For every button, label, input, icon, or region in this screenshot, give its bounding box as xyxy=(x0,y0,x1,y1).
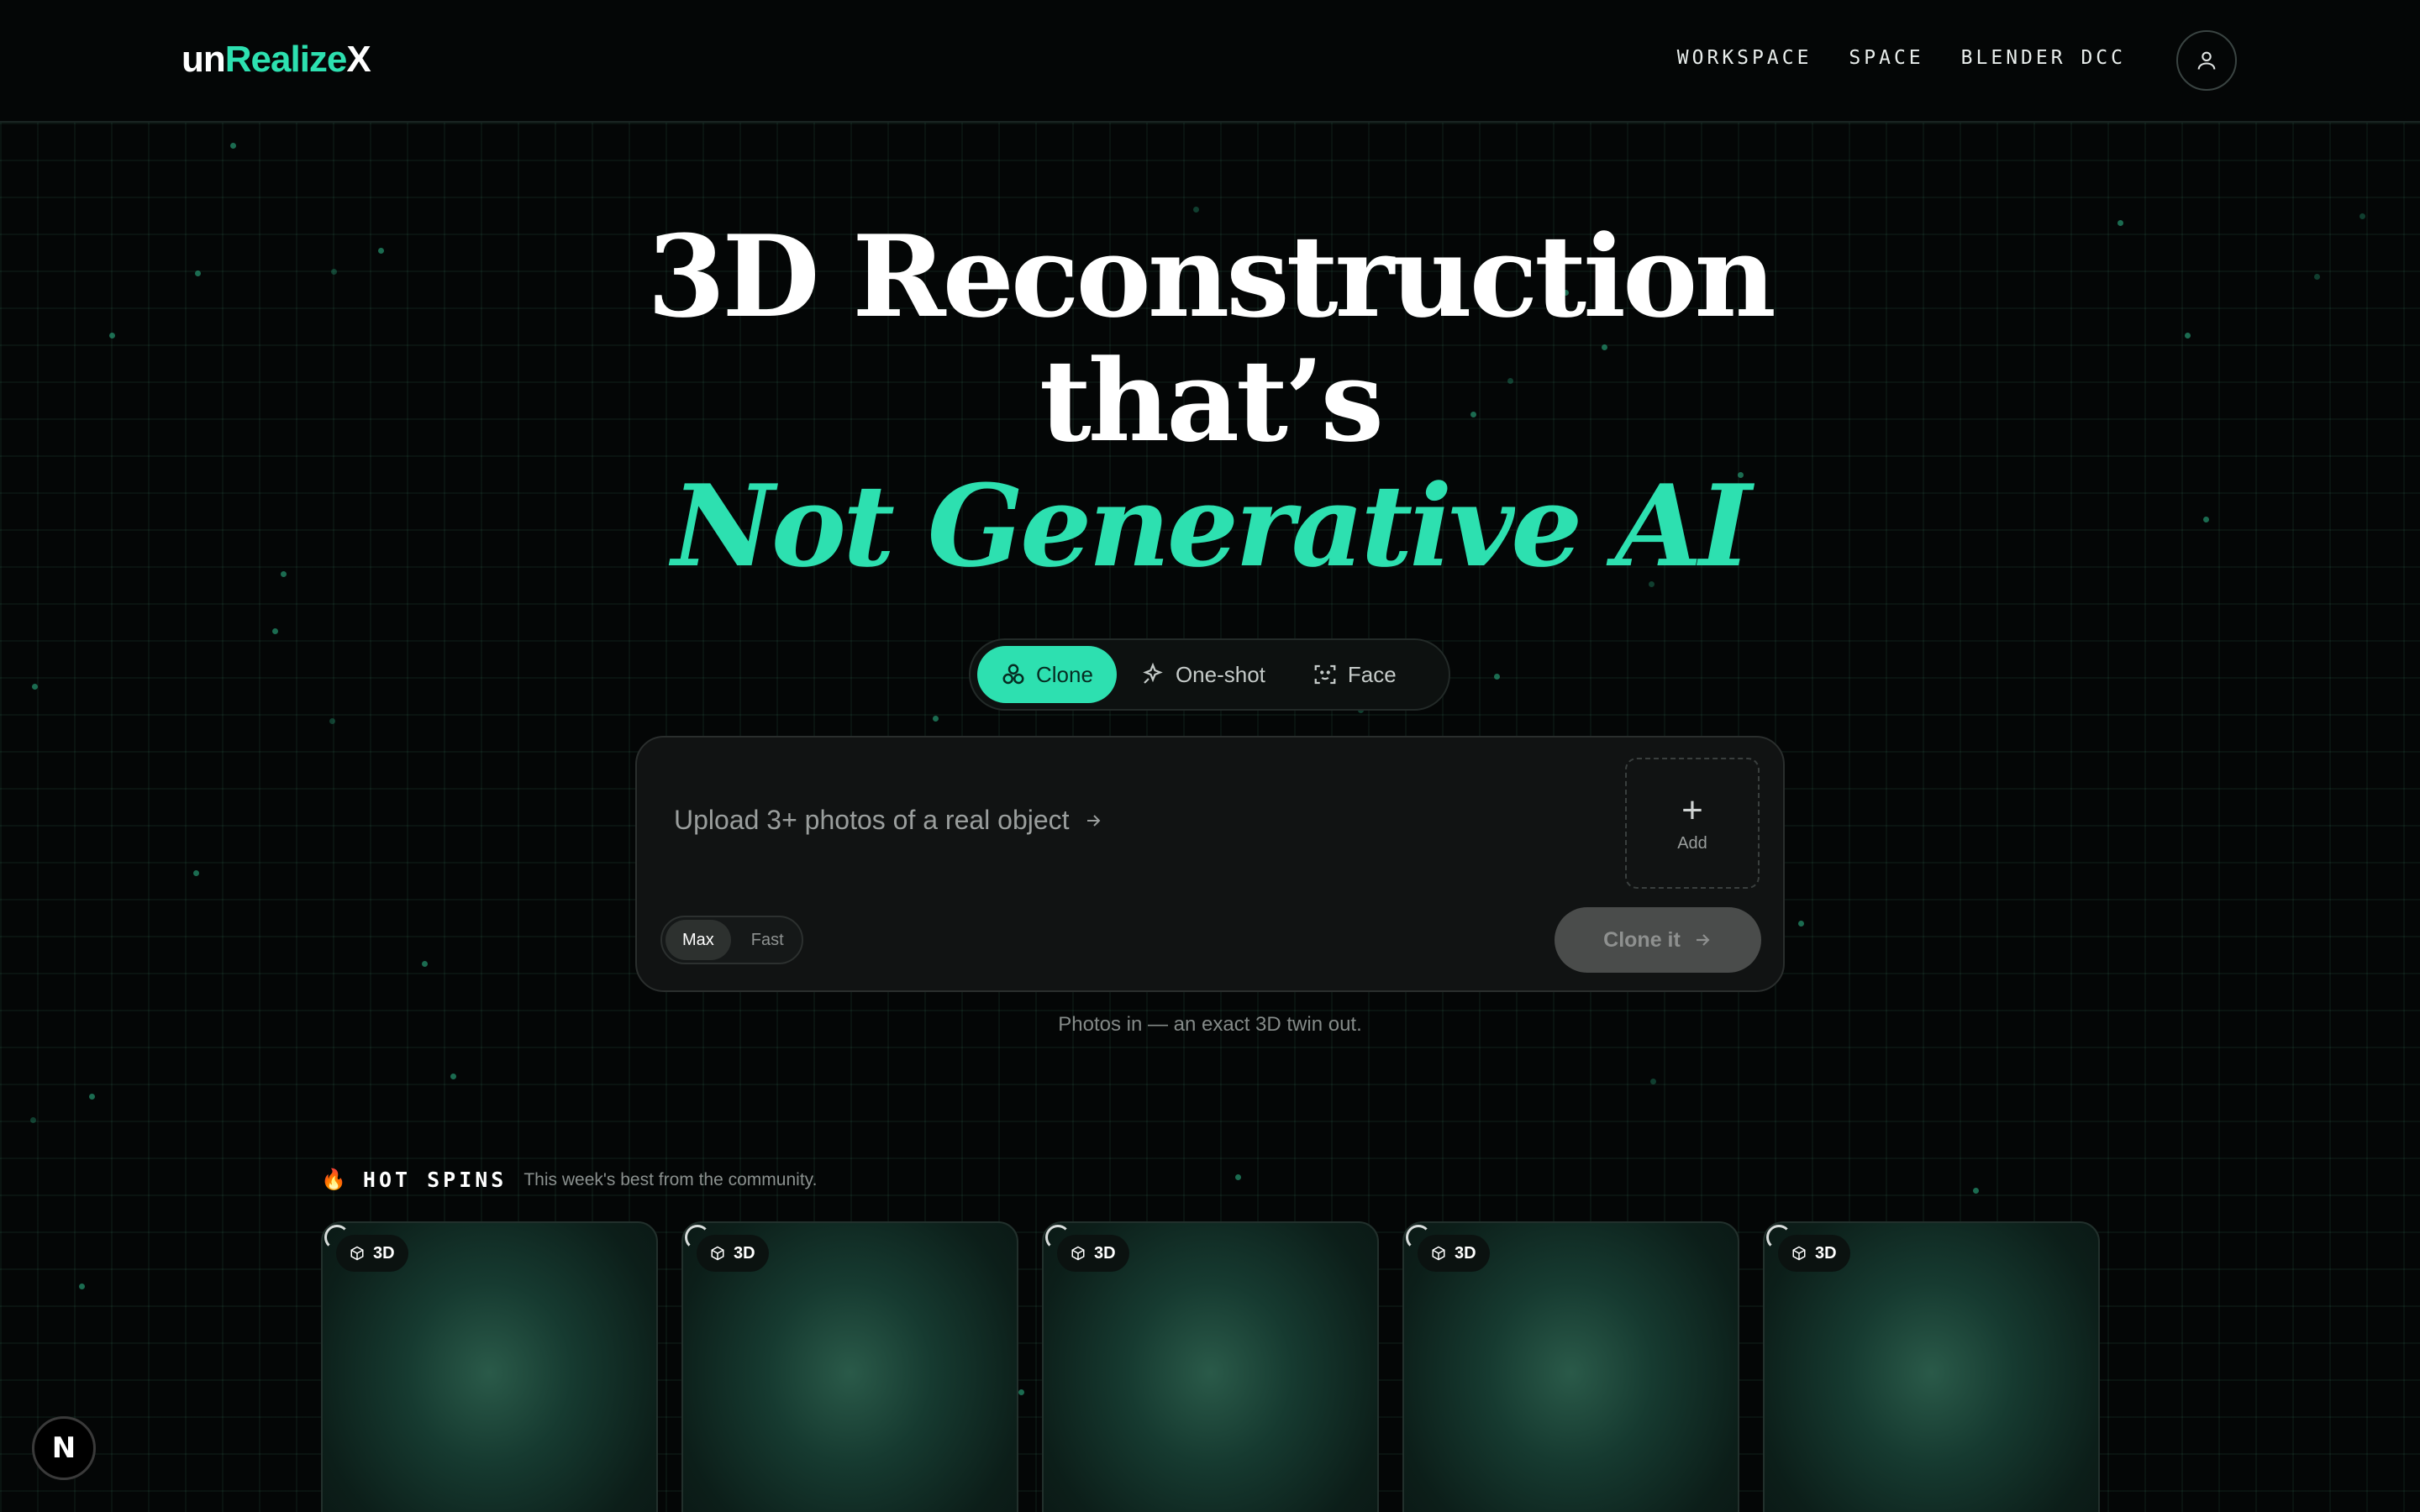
user-icon xyxy=(2197,51,2216,70)
3d-badge: 3D xyxy=(697,1235,769,1272)
spin-card[interactable]: 3D xyxy=(1402,1221,1739,1512)
3d-badge: 3D xyxy=(1418,1235,1490,1272)
3d-badge: 3D xyxy=(1778,1235,1850,1272)
hot-spins-subtitle: This week's best from the community. xyxy=(523,1169,818,1189)
nextjs-dev-badge[interactable]: N xyxy=(32,1416,96,1480)
mode-one-shot-label: One-shot xyxy=(1175,661,1265,687)
mode-one-shot[interactable]: One-shot xyxy=(1117,646,1289,703)
logo-text-x: X xyxy=(346,39,371,80)
flame-icon: 🔥 xyxy=(321,1168,346,1191)
nextjs-badge-letter: N xyxy=(51,1431,76,1465)
face-scan-icon xyxy=(1314,664,1336,685)
arrow-right-icon xyxy=(1086,814,1100,827)
3d-badge-label: 3D xyxy=(1094,1243,1116,1263)
3d-badge-label: 3D xyxy=(1815,1243,1837,1263)
tagline: Photos in — an exact 3D twin out. xyxy=(1058,1013,1362,1036)
sparkle-icon xyxy=(1143,662,1163,684)
3d-badge: 3D xyxy=(336,1235,408,1272)
spin-card[interactable]: 3D xyxy=(321,1221,658,1512)
spin-card[interactable]: 3D xyxy=(1763,1221,2100,1512)
main-nav: WORKSPACE SPACE BLENDER DCC xyxy=(1677,47,2126,69)
mode-face[interactable]: Face xyxy=(1289,646,1420,703)
plus-icon: + xyxy=(1681,789,1703,831)
3d-badge-label: 3D xyxy=(373,1243,395,1263)
spin-card[interactable]: 3D xyxy=(681,1221,1018,1512)
upload-prompt[interactable]: Upload 3+ photos of a real object xyxy=(674,805,1103,836)
3d-badge: 3D xyxy=(1057,1235,1129,1272)
hot-spins-gallery: 3D 3D 3D 3D 3D xyxy=(321,1221,2100,1512)
clone-it-label: Clone it xyxy=(1603,927,1681,952)
mode-switcher: Clone One-shot Face xyxy=(969,638,1450,711)
mode-clone-label: Clone xyxy=(1036,661,1093,687)
arrow-right-icon xyxy=(1696,934,1710,946)
hero-line-1: 3D Reconstruction xyxy=(647,210,1776,343)
3d-badge-label: 3D xyxy=(1455,1243,1476,1263)
account-button[interactable] xyxy=(2176,30,2237,91)
add-photo-label: Add xyxy=(1677,833,1707,853)
hot-spins-title: HOT SPINS xyxy=(362,1168,508,1192)
nav-space[interactable]: SPACE xyxy=(1849,47,1923,69)
quality-max[interactable]: Max xyxy=(666,920,731,960)
cube-icon xyxy=(1071,1246,1085,1261)
brand-logo[interactable]: unRealizeX xyxy=(182,39,371,81)
nav-workspace[interactable]: WORKSPACE xyxy=(1677,47,1812,69)
hero-line-2: that’s xyxy=(1039,334,1384,467)
mode-face-label: Face xyxy=(1347,661,1397,687)
cube-icon xyxy=(711,1246,724,1261)
quality-fast[interactable]: Fast xyxy=(734,920,801,960)
hot-spins-header: 🔥 HOT SPINS This week's best from the co… xyxy=(321,1168,817,1192)
cube-icon xyxy=(1792,1246,1806,1261)
cube-icon xyxy=(350,1246,364,1261)
hero-line-3: Not Generative AI xyxy=(671,459,1751,592)
nav-blender-dcc[interactable]: BLENDER DCC xyxy=(1961,47,2126,69)
clone-it-button[interactable]: Clone it xyxy=(1555,907,1761,973)
3d-badge-label: 3D xyxy=(734,1243,755,1263)
clone-icon xyxy=(1002,664,1024,685)
hero-headline: 3D Reconstruction that’s Not Generative … xyxy=(0,214,2420,589)
add-photo-button[interactable]: + Add xyxy=(1625,758,1760,889)
upload-prompt-text: Upload 3+ photos of a real object xyxy=(674,805,1070,835)
cube-icon xyxy=(1432,1246,1445,1261)
top-header: unRealizeX WORKSPACE SPACE BLENDER DCC xyxy=(0,0,2420,123)
logo-text-un: un xyxy=(182,39,226,80)
upload-panel: Upload 3+ photos of a real object + Add … xyxy=(635,736,1785,992)
spin-card[interactable]: 3D xyxy=(1042,1221,1379,1512)
mode-clone[interactable]: Clone xyxy=(977,646,1117,703)
quality-toggle: Max Fast xyxy=(660,916,803,964)
logo-text-realize: Realize xyxy=(224,39,348,80)
